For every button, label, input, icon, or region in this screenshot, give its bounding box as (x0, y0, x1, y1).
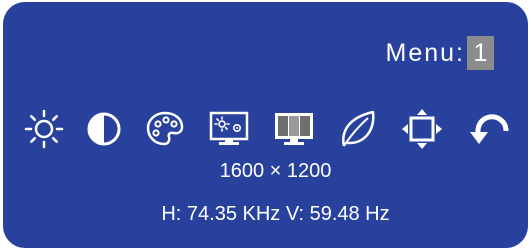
resolution-readout: 1600 × 1200 (219, 160, 332, 182)
position-icon[interactable] (399, 106, 445, 152)
reset-icon[interactable] (466, 106, 512, 152)
picture-adjust-icon[interactable] (206, 106, 252, 152)
display-mode-icon[interactable] (271, 106, 317, 152)
menu-label: Menu: (385, 38, 465, 67)
brightness-icon[interactable] (21, 106, 67, 152)
contrast-icon[interactable] (81, 106, 127, 152)
osd-menu-panel: Menu: 1 1600 × 1200 H: 74.35 KHz V: 59.4… (3, 2, 528, 248)
eco-leaf-icon[interactable] (335, 106, 381, 152)
color-palette-icon[interactable] (142, 106, 188, 152)
frequency-readout: H: 74.35 KHz V: 59.48 Hz (161, 203, 390, 225)
menu-number: 1 (467, 36, 494, 70)
menu-title: Menu: 1 (386, 36, 494, 70)
menu-icon-row (21, 106, 521, 152)
